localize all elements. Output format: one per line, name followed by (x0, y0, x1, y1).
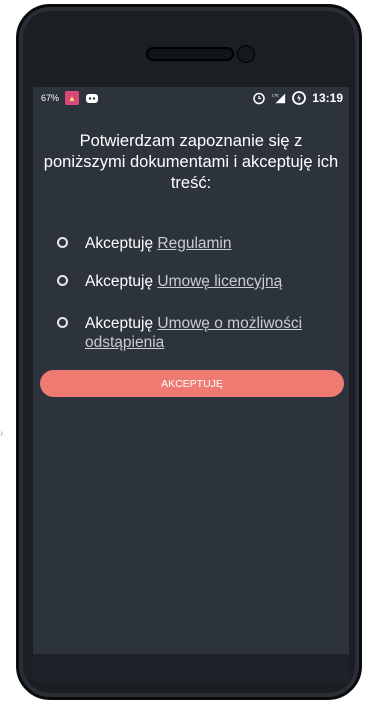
phone-frame: 67% ▲ LTE 13:19 Potwierdzam zapoznanie s… (16, 4, 362, 700)
alarm-icon (253, 92, 266, 105)
battery-charging-icon (292, 91, 307, 105)
app-notification-icon: ▲ (65, 91, 80, 105)
terms-link[interactable]: Regulamin (157, 235, 231, 252)
license-link[interactable]: Umowę licencyjną (157, 273, 282, 290)
option-text: Akceptuję Umowę o możliwości odstąpienia (85, 314, 341, 352)
radio-button[interactable] (57, 317, 68, 328)
radio-button[interactable] (57, 237, 68, 248)
lte-signal-icon: LTE (272, 92, 286, 104)
accept-license-option[interactable]: Akceptuję Umowę licencyjną (57, 272, 341, 291)
android-notification-icon (86, 94, 99, 103)
option-text: Akceptuję Umowę licencyjną (85, 272, 341, 291)
svg-text:LTE: LTE (272, 92, 279, 97)
option-prefix: Akceptuję (85, 273, 158, 290)
accept-button[interactable]: AKCEPTUJĘ (40, 370, 344, 397)
speaker-grille (146, 47, 234, 61)
app-screen: 67% ▲ LTE 13:19 Potwierdzam zapoznanie s… (33, 87, 349, 654)
accept-withdrawal-option[interactable]: Akceptuję Umowę o możliwości odstąpienia (57, 314, 341, 352)
front-camera (237, 45, 255, 63)
option-prefix: Akceptuję (85, 315, 158, 332)
battery-percent-label: 67% (41, 93, 60, 103)
accept-terms-option[interactable]: Akceptuję Regulamin (57, 234, 341, 253)
consent-title: Potwierdzam zapoznanie się z poniższymi … (43, 132, 339, 192)
navigation-bar-area (33, 654, 349, 682)
option-prefix: Akceptuję (85, 235, 158, 252)
option-text: Akceptuję Regulamin (85, 234, 341, 253)
clock-time: 13:19 (312, 91, 343, 105)
status-bar: 67% ▲ LTE 13:19 (33, 87, 349, 111)
radio-button[interactable] (57, 275, 68, 286)
edge-arrow-icon: › (0, 428, 4, 439)
svg-text:▲: ▲ (68, 94, 76, 103)
